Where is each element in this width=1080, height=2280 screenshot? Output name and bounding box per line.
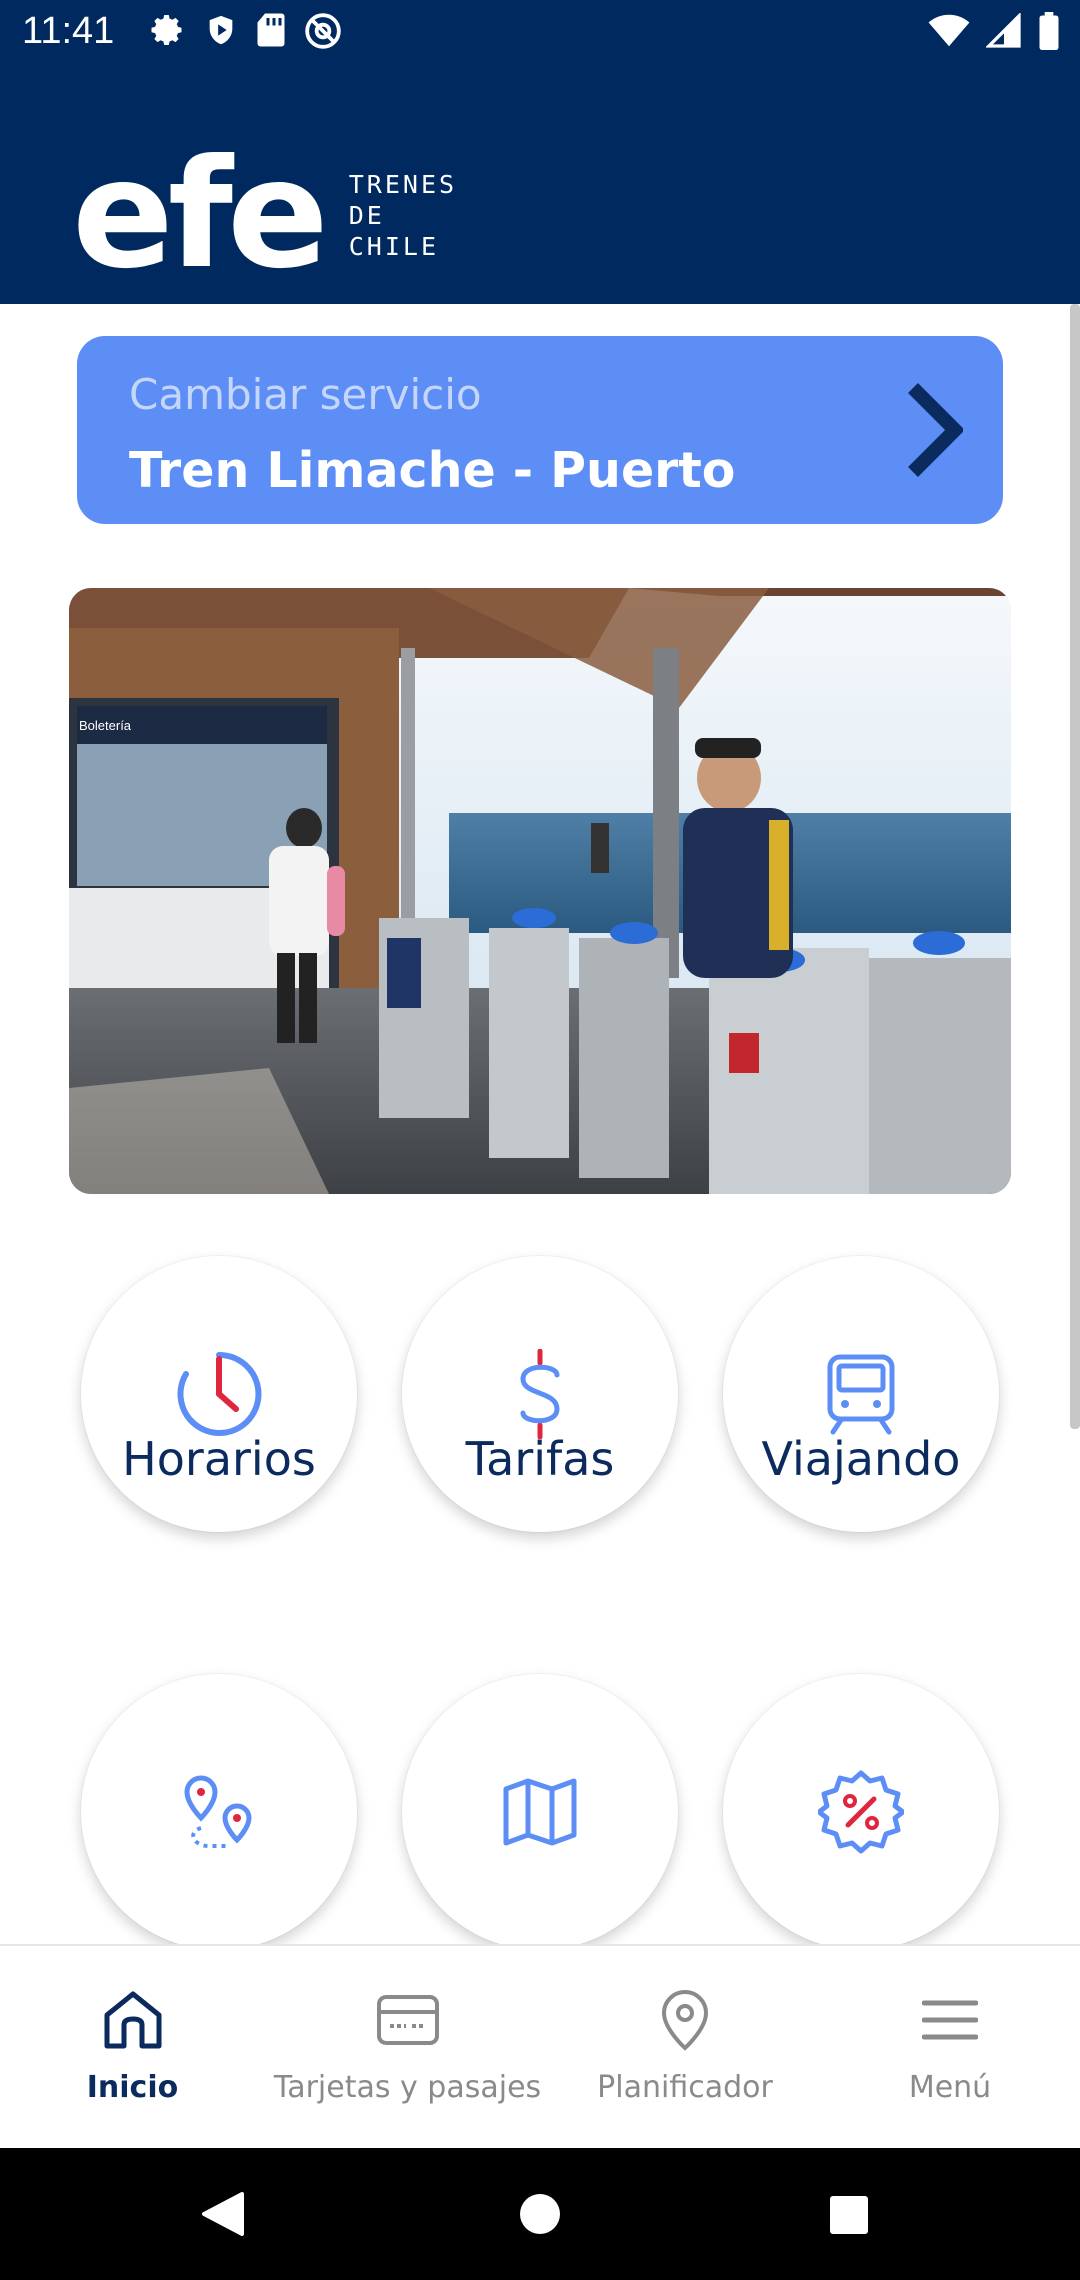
logo-subtitle-line: TRENES (348, 169, 458, 199)
status-bar: 11:41 (0, 0, 1080, 64)
chevron-right-icon (908, 383, 963, 477)
discount-icon (818, 1770, 904, 1854)
svg-text:Boletería: Boletería (79, 718, 132, 733)
bottom-navigation: Inicio Tarjetas y pasajes Planificador M… (0, 1944, 1080, 2148)
home-circle-icon[interactable] (518, 2192, 562, 2236)
status-icons-left (150, 12, 342, 50)
card-icon (376, 1995, 439, 2045)
battery-icon (1039, 12, 1059, 50)
settings-icon (151, 15, 182, 45)
train-icon (827, 1354, 895, 1435)
hero-image: Boletería (69, 588, 1011, 1194)
home-icon (104, 1991, 161, 2049)
traveling-label: Viajando (761, 1432, 961, 1486)
location-pin-icon (661, 1989, 709, 2051)
nav-home[interactable]: Inicio (40, 1946, 225, 2150)
nav-home-label: Inicio (86, 2070, 179, 2105)
clock-icon (177, 1351, 262, 1436)
status-icons-right (928, 12, 1060, 50)
station-photo: Boletería (69, 588, 1011, 1194)
route-planner-tile[interactable] (81, 1674, 357, 1944)
nav-cards-tickets[interactable]: Tarjetas y pasajes (270, 1946, 545, 2150)
scrollbar[interactable] (1070, 304, 1080, 1429)
cell-signal-icon (986, 13, 1021, 48)
schedules-label: Horarios (122, 1432, 316, 1486)
nav-planner[interactable]: Planificador (585, 1946, 785, 2150)
recents-square-icon[interactable] (828, 2194, 870, 2236)
nav-planner-label: Planificador (597, 2070, 773, 2105)
fares-tile[interactable] (402, 1256, 678, 1532)
app-header: efe TRENES DE CHILE (0, 64, 1080, 304)
fares-label: Tarifas (465, 1432, 615, 1486)
logo-subtitle-line: DE (348, 200, 385, 230)
home-content[interactable]: Cambiar servicio Tren Limache - Puerto B… (0, 304, 1080, 1944)
route-icon (184, 1775, 252, 1848)
system-navigation-bar (0, 2148, 1080, 2280)
schedules-tile[interactable] (81, 1256, 357, 1532)
logo-subtitle-line: CHILE (348, 231, 439, 261)
change-service-button[interactable]: Cambiar servicio Tren Limache - Puerto (77, 336, 1003, 524)
at-sign-icon (305, 13, 341, 49)
map-icon (503, 1778, 577, 1846)
current-service: Tren Limache - Puerto (129, 442, 736, 499)
service-card-label: Cambiar servicio (129, 370, 482, 419)
discounts-tile[interactable] (723, 1674, 999, 1944)
efe-logo: efe TRENES DE CHILE (72, 140, 457, 290)
nav-cards-tickets-label: Tarjetas y pasajes (273, 2070, 542, 2105)
wifi-icon (928, 14, 970, 47)
status-time: 11:41 (22, 10, 115, 52)
logo-wordmark: efe (72, 128, 329, 302)
back-icon[interactable] (200, 2190, 246, 2238)
dollar-icon (520, 1349, 560, 1439)
nav-menu-label: Menú (908, 2070, 992, 2105)
nav-menu[interactable]: Menú (860, 1946, 1040, 2150)
sd-card-icon (257, 13, 285, 47)
map-tile[interactable] (402, 1674, 678, 1944)
menu-icon (922, 2000, 978, 2040)
logo-subtitle: TRENES DE CHILE (349, 169, 457, 262)
shield-play-icon (209, 15, 233, 45)
traveling-tile[interactable] (723, 1256, 999, 1532)
